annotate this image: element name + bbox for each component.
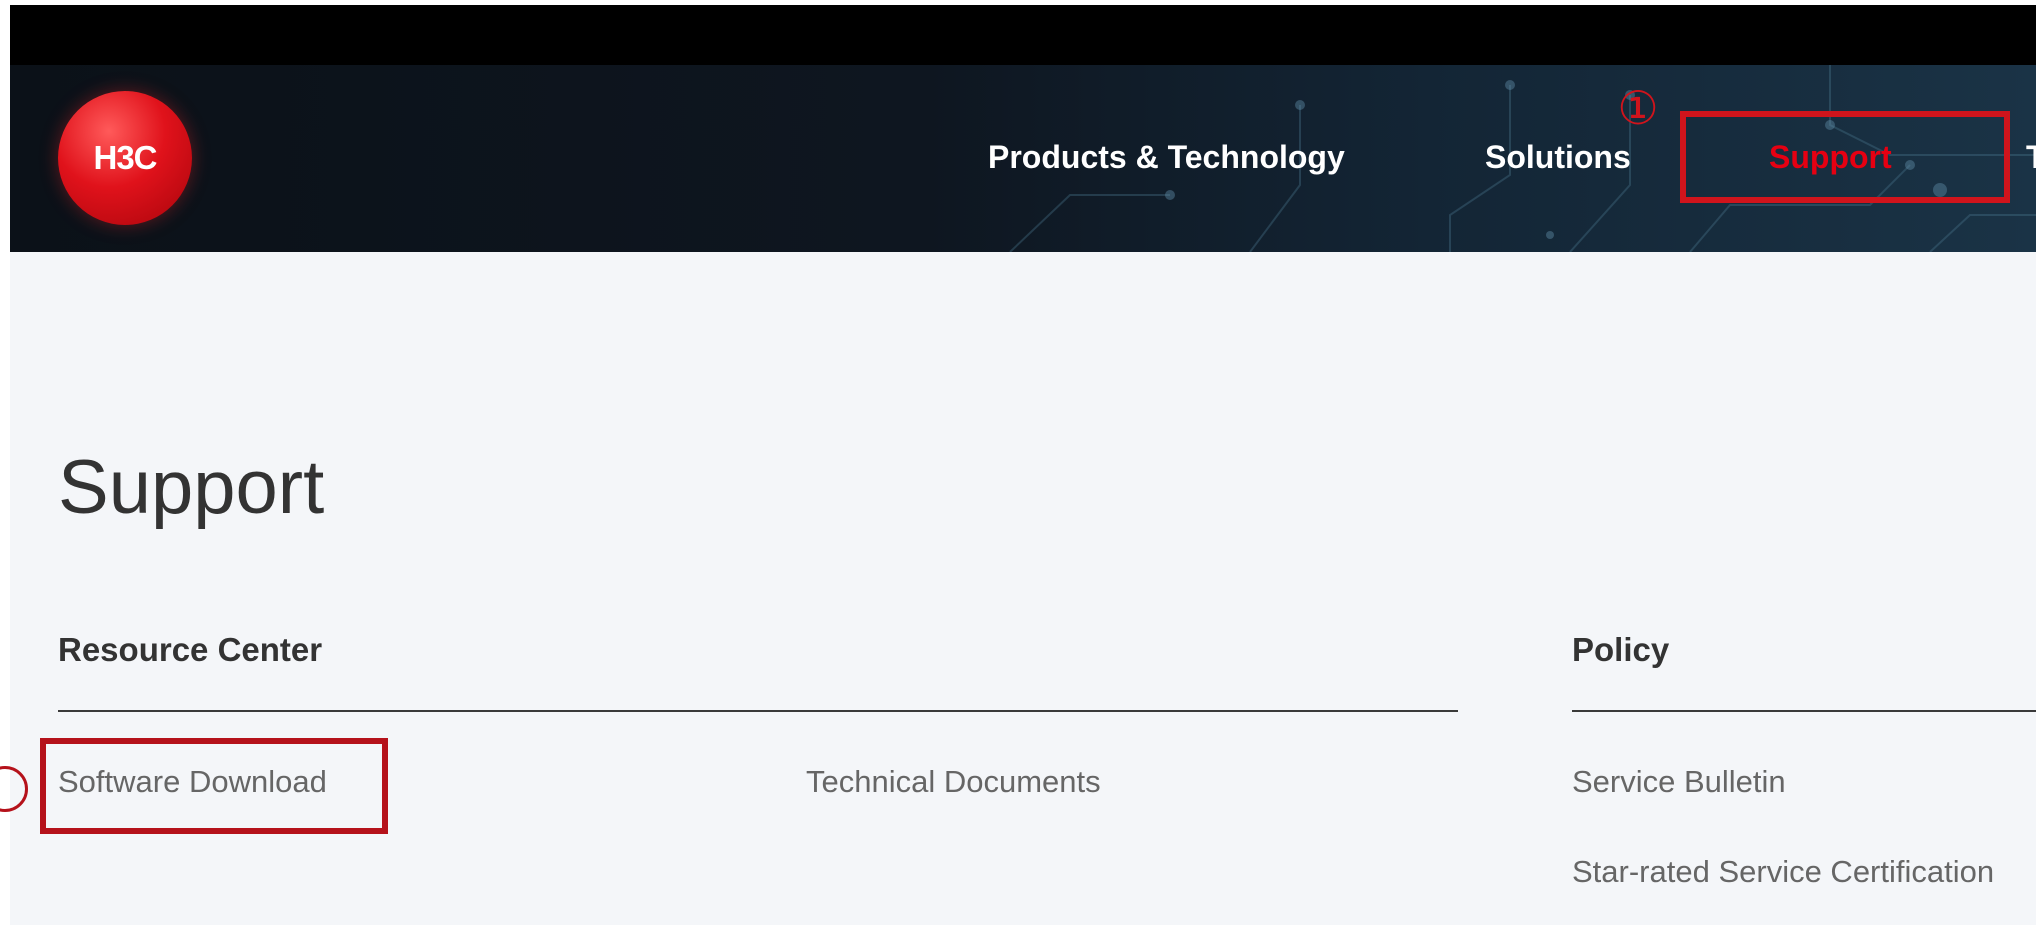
nav-solutions[interactable]: Solutions [1485, 137, 1631, 177]
top-black-bar [10, 5, 2036, 65]
nav-item-truncated[interactable]: T [2026, 137, 2036, 177]
annotation-step-1: ① [1617, 81, 1659, 135]
annotation-highlight-support [1680, 111, 2010, 203]
annotation-highlight-software-download [40, 738, 388, 834]
technical-documents-link[interactable]: Technical Documents [806, 762, 1101, 802]
logo-text: H3C [93, 139, 157, 176]
support-content: Support Resource Center Software Downloa… [0, 252, 2036, 925]
star-rated-certification-link[interactable]: Star-rated Service Certification [1572, 852, 1994, 892]
resource-center-heading: Resource Center [58, 631, 323, 668]
h3c-logo[interactable]: H3C [58, 91, 192, 225]
page-root: H3C Products & Technology Solutions Supp… [0, 0, 2036, 925]
annotation-step-2-circle-icon [0, 766, 28, 812]
resource-center-divider [58, 710, 1458, 712]
service-bulletin-link[interactable]: Service Bulletin [1572, 762, 1786, 802]
page-title: Support [58, 444, 325, 530]
policy-heading: Policy [1572, 631, 1670, 668]
policy-divider [1572, 710, 2036, 712]
nav-products-technology[interactable]: Products & Technology [988, 137, 1345, 177]
